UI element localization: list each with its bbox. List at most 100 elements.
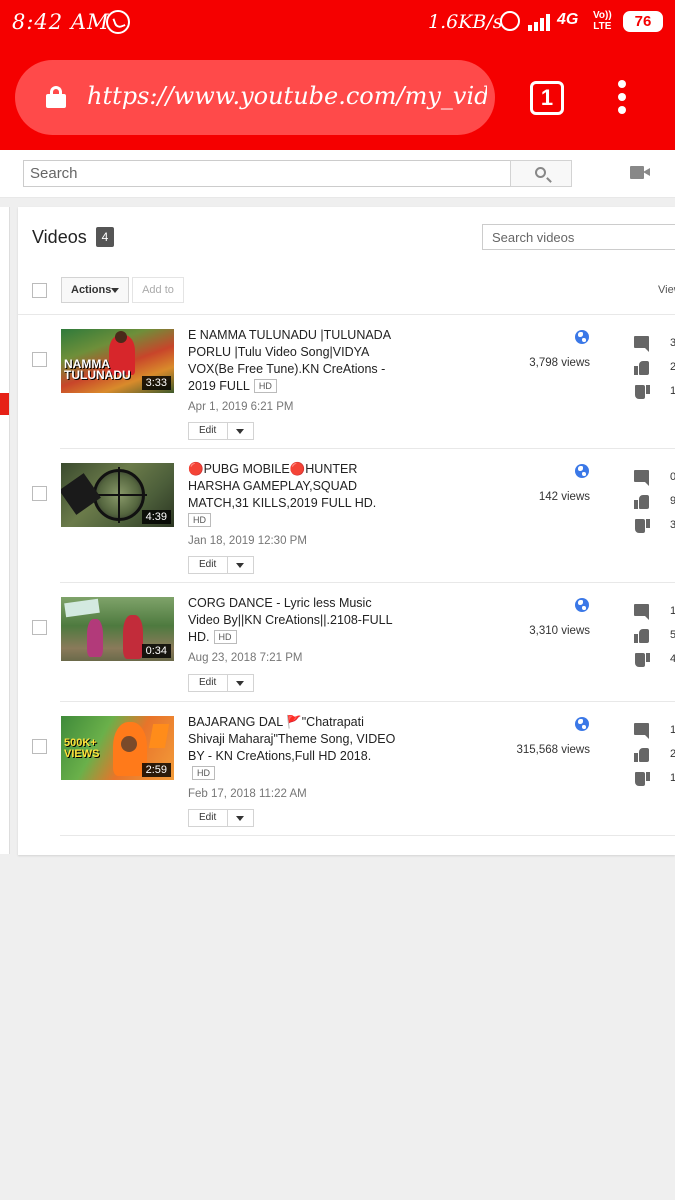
thumbs-up-icon	[634, 747, 650, 763]
lock-icon	[46, 86, 66, 108]
edit-button[interactable]: Edit	[188, 556, 254, 574]
public-globe-icon	[575, 330, 589, 344]
edit-button[interactable]: Edit	[188, 809, 254, 827]
status-time: 8:42 AM	[12, 10, 110, 34]
video-thumbnail[interactable]: 4:39	[61, 463, 174, 527]
comment-count: 1	[670, 605, 675, 617]
thumbs-down-icon	[634, 652, 650, 668]
dislike-stat: 1	[634, 771, 675, 787]
like-stat: 5	[634, 628, 675, 644]
video-checkbox[interactable]	[32, 352, 47, 367]
caret-down-icon[interactable]	[236, 429, 244, 434]
video-row: NAMMA TULUNADU 3:33 E NAMMA TULUNADU |TU…	[18, 315, 675, 449]
caret-down-icon[interactable]	[236, 563, 244, 568]
caret-down-icon[interactable]	[236, 816, 244, 821]
comment-icon	[634, 470, 649, 486]
browser-toolbar: 8:42 AM 1.6KB/s 4G Vo)) LTE 76 https://w…	[0, 0, 675, 150]
search-videos-input[interactable]: Search videos	[482, 224, 675, 250]
dislike-count: 3	[670, 519, 675, 531]
youtube-search-button[interactable]	[510, 160, 572, 187]
actions-dropdown-button[interactable]: Actions	[61, 277, 129, 303]
video-duration: 3:33	[141, 376, 171, 390]
comment-icon	[634, 336, 649, 352]
video-date: Feb 17, 2018 11:22 AM	[188, 788, 307, 800]
like-stat: 9	[634, 494, 675, 510]
page-title: Videos	[32, 227, 87, 247]
volte-indicator: Vo)) LTE	[593, 10, 612, 32]
view-count: 315,568 views	[516, 744, 590, 756]
video-duration: 4:39	[141, 510, 171, 524]
video-checkbox[interactable]	[32, 620, 47, 635]
edit-label: Edit	[199, 677, 217, 688]
views-column-header: Views	[658, 284, 675, 296]
video-title[interactable]: BAJARANG DAL 🚩"Chatrapati Shivaji Mahara…	[188, 714, 398, 782]
whatsapp-icon	[106, 10, 130, 34]
video-thumbnail[interactable]: NAMMA TULUNADU 3:33	[61, 329, 174, 393]
view-count: 3,798 views	[529, 357, 590, 369]
video-title-text: 🔴PUBG MOBILE🔴HUNTER HARSHA GAMEPLAY,SQUA…	[188, 462, 377, 510]
video-thumbnail[interactable]: 0:34	[61, 597, 174, 661]
view-count: 142 views	[538, 491, 590, 503]
public-globe-icon	[575, 464, 589, 478]
video-date: Jan 18, 2019 12:30 PM	[188, 535, 307, 547]
video-row: 4:39 🔴PUBG MOBILE🔴HUNTER HARSHA GAMEPLAY…	[18, 449, 675, 583]
video-title[interactable]: CORG DANCE - Lyric less Music Video By||…	[188, 595, 398, 646]
thumbs-down-icon	[634, 384, 650, 400]
thumbnail-caption: 500K+ VIEWS	[64, 737, 100, 760]
edit-button[interactable]: Edit	[188, 422, 254, 440]
comment-stat: 0	[634, 470, 675, 486]
comment-count: 1	[670, 724, 675, 736]
video-title[interactable]: E NAMMA TULUNADU |TULUNADA PORLU |Tulu V…	[188, 327, 398, 395]
hd-badge: HD	[192, 766, 215, 780]
comment-stat: 1	[634, 604, 675, 620]
thumbs-down-icon	[634, 771, 650, 787]
select-all-checkbox[interactable]	[32, 283, 47, 298]
comment-stat: 1	[634, 723, 675, 739]
address-bar[interactable]: https://www.youtube.com/my_videos?o	[15, 60, 495, 135]
like-stat: 2	[634, 747, 675, 763]
search-icon	[535, 167, 546, 178]
view-count: 3,310 views	[529, 625, 590, 637]
youtube-search-input[interactable]: Search	[23, 160, 511, 187]
caret-down-icon	[111, 288, 119, 293]
dislike-stat: 4	[634, 652, 675, 668]
upload-video-icon[interactable]	[630, 166, 650, 179]
video-title-text: E NAMMA TULUNADU |TULUNADA PORLU |Tulu V…	[188, 328, 391, 393]
videos-card: Videos 4 Search videos Actions Add to Vi…	[18, 207, 675, 855]
video-date: Aug 23, 2018 7:21 PM	[188, 652, 303, 664]
comment-icon	[634, 604, 649, 620]
comment-count: 0	[670, 471, 675, 483]
hd-badge: HD	[188, 513, 211, 527]
video-thumbnail[interactable]: 500K+ VIEWS 2:59	[61, 716, 174, 780]
video-title[interactable]: 🔴PUBG MOBILE🔴HUNTER HARSHA GAMEPLAY,SQUA…	[188, 461, 398, 529]
edit-button[interactable]: Edit	[188, 674, 254, 692]
thumbs-up-icon	[634, 628, 650, 644]
video-checkbox[interactable]	[32, 486, 47, 501]
volte-top: Vo))	[593, 10, 612, 21]
edit-label: Edit	[199, 425, 217, 436]
url-text[interactable]: https://www.youtube.com/my_videos?o	[87, 82, 487, 110]
like-count: 9	[670, 495, 675, 507]
video-row: 0:34 CORG DANCE - Lyric less Music Video…	[18, 583, 675, 702]
caret-down-icon[interactable]	[236, 681, 244, 686]
video-date: Apr 1, 2019 6:21 PM	[188, 401, 294, 413]
tab-switcher-button[interactable]: 1	[530, 81, 564, 115]
hd-badge: HD	[213, 630, 237, 644]
overflow-menu-icon[interactable]	[611, 80, 635, 116]
comment-icon	[634, 723, 649, 739]
add-to-button[interactable]: Add to	[132, 277, 184, 303]
video-checkbox[interactable]	[32, 739, 47, 754]
video-row: 500K+ VIEWS 2:59 BAJARANG DAL 🚩"Chatrapa…	[18, 702, 675, 836]
like-count: 2	[670, 361, 675, 373]
like-count: 5	[670, 629, 675, 641]
network-type: 4G	[557, 11, 579, 28]
signal-icon	[528, 12, 554, 31]
thumbs-down-icon	[634, 518, 650, 534]
thumbs-up-icon	[634, 360, 650, 376]
public-globe-icon	[575, 717, 589, 731]
guide-sidebar-edge[interactable]	[0, 207, 10, 854]
guide-active-marker	[0, 393, 9, 415]
public-globe-icon	[575, 598, 589, 612]
video-duration: 2:59	[141, 763, 171, 777]
dislike-count: 4	[670, 653, 675, 665]
